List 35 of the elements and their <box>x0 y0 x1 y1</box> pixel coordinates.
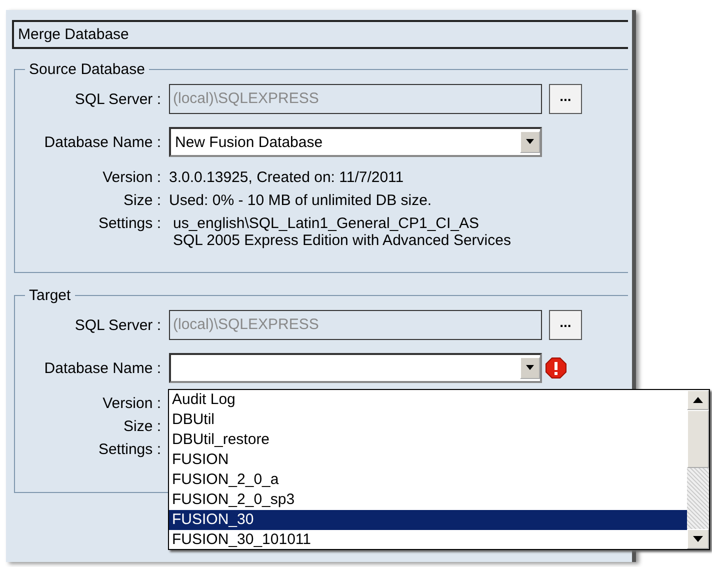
group-legend: Source Database <box>25 61 149 78</box>
dialog-title: Merge Database <box>12 20 628 49</box>
detail-value: us_english\SQL_Latin1_General_CP1_CI_AS <box>172 215 480 232</box>
detail-label: Version : <box>102 169 161 186</box>
database-combo[interactable] <box>169 353 542 383</box>
list-item[interactable]: FUSION_30 <box>169 510 687 530</box>
scrollbar[interactable] <box>687 390 709 549</box>
list-item[interactable]: DBUtil <box>169 410 687 430</box>
list-item[interactable]: Audit Log <box>169 390 687 410</box>
list-item[interactable]: FUSION_2_0_a <box>169 470 687 490</box>
browse-button[interactable]: ... <box>549 84 582 114</box>
detail-label: Settings : <box>97 441 161 458</box>
server-field: (local)\SQLEXPRESS <box>169 310 542 340</box>
detail-label: Version : <box>102 395 161 412</box>
detail-label: Size : <box>122 192 161 209</box>
list-item[interactable]: DBUtil_restore <box>169 430 687 450</box>
list-item[interactable]: FUSION <box>169 450 687 470</box>
detail-value: SQL 2005 Express Edition with Advanced Services <box>172 232 512 249</box>
group-legend: Target <box>25 287 75 304</box>
field-label: SQL Server : <box>74 90 162 108</box>
scroll-up-icon[interactable] <box>687 390 709 410</box>
scroll-thumb[interactable] <box>687 410 709 468</box>
field-label: Database Name : <box>43 134 162 150</box>
scroll-down-icon[interactable] <box>687 529 709 549</box>
detail-label: Settings : <box>97 215 161 234</box>
detail-value: 3.0.0.13925, Created on: 11/7/2011 <box>169 169 405 186</box>
field-label: SQL Server : <box>74 316 162 334</box>
server-field: (local)\SQLEXPRESS <box>169 84 542 114</box>
detail-value: Used: 0% - 10 MB of unlimited DB size. <box>169 192 433 209</box>
field-label: Database Name : <box>43 360 162 376</box>
browse-button[interactable]: ... <box>549 310 582 340</box>
detail-label: Size : <box>122 418 161 435</box>
database-combo[interactable]: New Fusion Database <box>169 127 542 157</box>
list-item[interactable]: FUSION_30_101011 <box>169 530 687 550</box>
list-item[interactable]: FUSION_2_0_sp3 <box>169 490 687 510</box>
